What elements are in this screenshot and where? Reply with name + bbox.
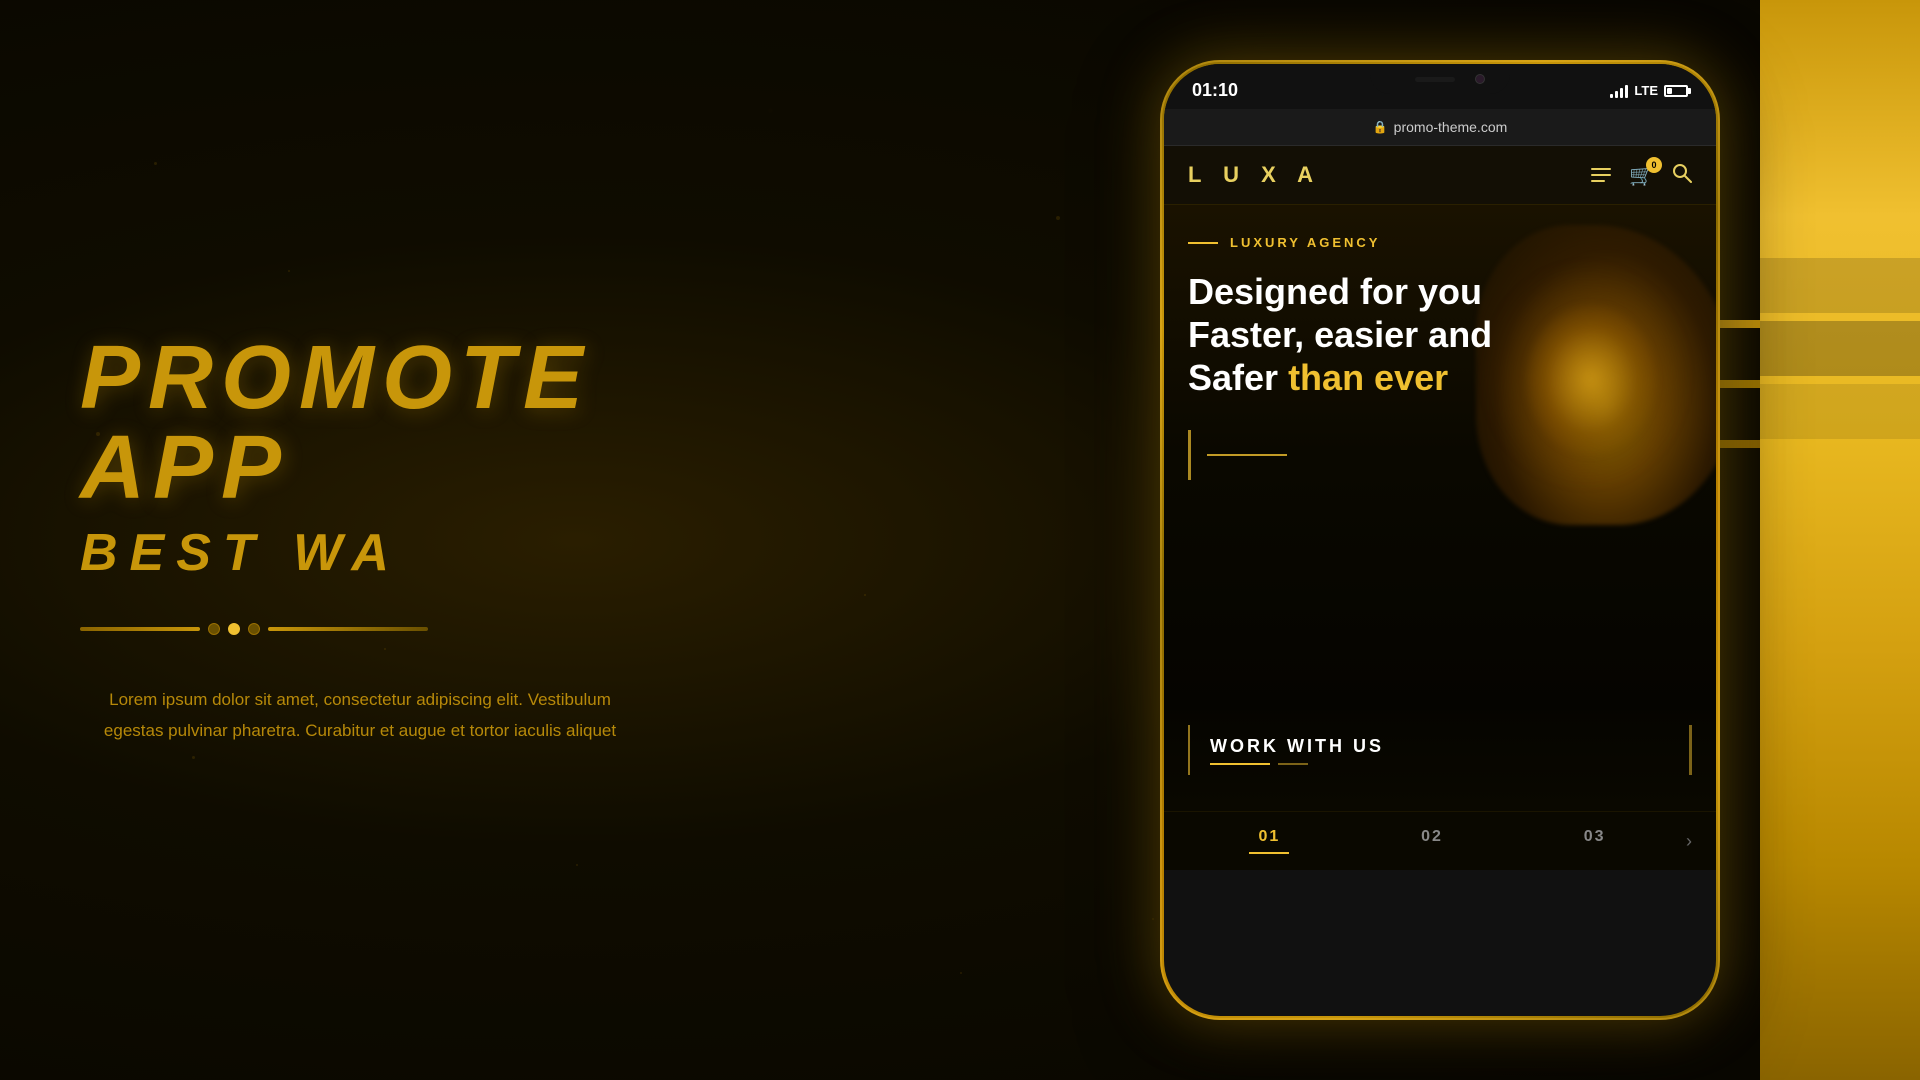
work-vertical-line (1188, 725, 1190, 775)
lte-indicator: LTE (1634, 83, 1658, 98)
tab-item-3[interactable]: 03 (1513, 828, 1676, 854)
status-bar: 01:10 LTE (1164, 64, 1716, 109)
status-icons: LTE (1610, 83, 1688, 98)
slider-indicators (80, 623, 680, 635)
signal-bar-4 (1625, 85, 1628, 98)
cart-icon[interactable]: 🛒 0 (1629, 163, 1654, 188)
main-title: PROMOTE APP (80, 333, 680, 513)
hero-line-2: Faster, easier and (1188, 313, 1692, 356)
browser-bar[interactable]: 🔒 promo-theme.com (1164, 109, 1716, 146)
work-text-container: WORK WITH US (1188, 725, 1692, 775)
search-icon[interactable] (1672, 163, 1692, 188)
phone-frame: 01:10 LTE (1160, 60, 1720, 1020)
work-title: WORK WITH US (1210, 736, 1384, 757)
menu-icon[interactable] (1591, 168, 1611, 182)
signal-bar-2 (1615, 91, 1618, 98)
luxury-dash (1188, 242, 1218, 244)
tab-label-1: 01 (1258, 828, 1280, 845)
work-underline-1 (1210, 763, 1270, 765)
description-text: Lorem ipsum dolor sit amet, consectetur … (80, 685, 640, 746)
browser-url: 🔒 promo-theme.com (1373, 119, 1508, 135)
bottom-tabs: 01 02 03 › (1164, 811, 1716, 870)
tab-label-2: 02 (1421, 828, 1443, 845)
sub-title: BEST WA (80, 523, 680, 583)
nav-icons: 🛒 0 (1591, 163, 1692, 188)
hero-headline: Designed for you Faster, easier and Safe… (1188, 270, 1692, 400)
app-logo: L U X A (1188, 162, 1321, 188)
tab-label-3: 03 (1584, 828, 1606, 845)
app-navbar: L U X A 🛒 0 (1164, 146, 1716, 205)
slider-bar-right (268, 627, 428, 631)
phone-mockup: 01:10 LTE (1160, 60, 1720, 1020)
hero-line-3-normal: Safer (1188, 357, 1288, 398)
slider-dot-2[interactable] (228, 623, 240, 635)
url-text: promo-theme.com (1394, 119, 1508, 135)
cta-row (1188, 430, 1692, 480)
work-underline-2 (1278, 763, 1308, 765)
phone-screen: 01:10 LTE (1164, 64, 1716, 1016)
hero-line-1: Designed for you (1188, 270, 1692, 313)
cta-horizontal-line (1207, 454, 1287, 456)
battery-fill (1667, 88, 1672, 94)
hero-line-3: Safer than ever (1188, 356, 1692, 399)
slider-dot-3[interactable] (248, 623, 260, 635)
tab-item-2[interactable]: 02 (1351, 828, 1514, 854)
notch-sensor (1415, 77, 1455, 82)
work-underlines (1210, 763, 1384, 765)
app-hero: LUXURY AGENCY Designed for you Faster, e… (1164, 205, 1716, 705)
slider-dot-1[interactable] (208, 623, 220, 635)
tab-indicator-1 (1249, 852, 1289, 854)
work-section: WORK WITH US (1164, 705, 1716, 811)
cart-badge-count: 0 (1646, 157, 1662, 173)
work-right-line (1689, 725, 1692, 775)
signal-bars (1610, 84, 1628, 98)
right-gold-panel (1760, 0, 1920, 1080)
signal-bar-3 (1620, 88, 1623, 98)
hero-cta-area (1188, 430, 1692, 480)
battery-icon (1664, 85, 1688, 97)
tab-item-1[interactable]: 01 (1188, 828, 1351, 854)
cta-vertical-line (1188, 430, 1191, 480)
luxury-text: LUXURY AGENCY (1230, 235, 1380, 250)
slider-bar-left (80, 627, 200, 631)
status-time: 01:10 (1192, 80, 1238, 101)
work-title-block: WORK WITH US (1210, 736, 1384, 765)
hero-line-3-highlight: than ever (1288, 357, 1448, 398)
lock-icon: 🔒 (1373, 120, 1388, 134)
tab-next-arrow[interactable]: › (1676, 831, 1692, 852)
left-content-area: PROMOTE APP BEST WA Lorem ipsum dolor si… (0, 0, 760, 1080)
signal-bar-1 (1610, 94, 1613, 98)
notch-camera (1475, 74, 1485, 84)
notch (1370, 64, 1510, 94)
